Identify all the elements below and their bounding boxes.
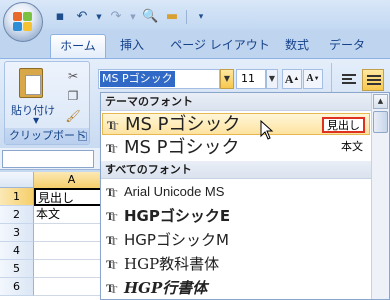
- font-name-value: MS Pゴシック: [100, 71, 175, 87]
- font-option-name: HGPゴシックM: [124, 231, 229, 249]
- font-option-name: HGP行書体: [124, 279, 208, 297]
- gallery-scrollbar[interactable]: ▲: [371, 93, 389, 299]
- print-preview-icon[interactable]: 🔍: [142, 9, 158, 25]
- row-header[interactable]: 2: [0, 206, 34, 224]
- tab-page-layout[interactable]: ページ レイアウト: [160, 34, 280, 58]
- mouse-cursor-icon: [260, 120, 274, 140]
- heading-tag: 見出し: [322, 117, 365, 133]
- font-option[interactable]: T Arial Unicode MS: [102, 181, 370, 203]
- save-icon[interactable]: ▪: [52, 9, 68, 25]
- tab-data[interactable]: データ: [324, 34, 370, 58]
- column-header-a[interactable]: A: [34, 172, 110, 188]
- font-option-name: HGP教科書体: [124, 255, 220, 273]
- font-option-name: HGPゴシックE: [124, 207, 231, 225]
- select-all-corner[interactable]: [0, 172, 34, 188]
- font-name-input[interactable]: MS Pゴシック: [98, 69, 220, 89]
- cell-a6[interactable]: [34, 278, 110, 296]
- truetype-icon: T: [106, 233, 120, 249]
- font-option[interactable]: T MS Pゴシック 見出し: [102, 113, 370, 135]
- align-top-button[interactable]: [338, 69, 360, 91]
- cell-a4[interactable]: [34, 242, 110, 260]
- row-header[interactable]: 4: [0, 242, 34, 260]
- copy-icon[interactable]: ❐: [65, 88, 81, 104]
- cell-a3[interactable]: [34, 224, 110, 242]
- truetype-icon: T: [106, 141, 120, 157]
- redo-dropdown-icon[interactable]: ▼: [130, 9, 136, 25]
- font-dropdown-button[interactable]: ▼: [220, 69, 234, 89]
- truetype-icon: T: [106, 209, 120, 225]
- clipboard-group: 貼り付け ▼ ✂ ❐ 🖌 クリップボード ↘: [4, 61, 90, 145]
- scroll-thumb[interactable]: [373, 111, 388, 133]
- undo-dropdown-icon[interactable]: ▼: [96, 9, 102, 25]
- qat-separator: [186, 10, 187, 24]
- name-box[interactable]: [2, 150, 94, 168]
- truetype-icon: T: [106, 185, 120, 201]
- cut-icon[interactable]: ✂: [65, 68, 81, 84]
- body-tag: 本文: [341, 140, 363, 153]
- cell-a2[interactable]: 本文: [34, 206, 110, 224]
- open-icon[interactable]: ▬: [164, 9, 180, 25]
- font-option[interactable]: T HGP行書体: [102, 277, 370, 299]
- cell-a5[interactable]: [34, 260, 110, 278]
- tab-home[interactable]: ホーム: [50, 34, 106, 58]
- all-fonts-header: すべてのフォント: [101, 161, 371, 179]
- redo-icon[interactable]: ↷: [108, 9, 124, 25]
- ribbon-tabs: ホーム 挿入 ページ レイアウト 数式 データ: [0, 30, 390, 58]
- cell-a1[interactable]: 見出し: [34, 188, 110, 206]
- font-option-name: MS Pゴシック: [124, 137, 240, 158]
- font-gallery-dropdown: テーマのフォント T MS Pゴシック 見出し T MS Pゴシック 本文 すべ…: [100, 92, 390, 300]
- align-top-icon: [342, 74, 356, 86]
- truetype-icon: T: [106, 281, 120, 297]
- undo-icon[interactable]: ↶: [74, 9, 90, 25]
- truetype-icon: T: [106, 257, 120, 273]
- align-middle-icon: [367, 75, 381, 87]
- title-bar: ▪ ↶ ▼ ↷ ▼ 🔍 ▬ ▾: [0, 0, 390, 30]
- font-option-name: Arial Unicode MS: [124, 184, 225, 199]
- clipboard-group-label: クリップボード: [5, 128, 89, 144]
- tab-formulas[interactable]: 数式: [280, 34, 314, 58]
- font-option[interactable]: T HGPゴシックE: [102, 205, 370, 227]
- grow-font-button[interactable]: A▲: [282, 69, 302, 89]
- shrink-font-button[interactable]: A▼: [303, 69, 323, 89]
- font-size-dropdown-button[interactable]: ▼: [266, 69, 278, 89]
- quick-access-toolbar: ▪ ↶ ▼ ↷ ▼ 🔍 ▬ ▾: [52, 8, 209, 26]
- row-header[interactable]: 5: [0, 260, 34, 278]
- row-header[interactable]: 3: [0, 224, 34, 242]
- tab-insert[interactable]: 挿入: [112, 34, 152, 58]
- theme-fonts-header: テーマのフォント: [101, 93, 371, 111]
- font-option-name: MS Pゴシック: [125, 114, 241, 135]
- paste-icon[interactable]: [19, 68, 43, 98]
- truetype-icon: T: [107, 118, 121, 134]
- paste-dropdown-icon[interactable]: ▼: [33, 116, 39, 125]
- font-option[interactable]: T HGP教科書体: [102, 253, 370, 275]
- office-logo-icon: [13, 12, 33, 32]
- font-option[interactable]: T MS Pゴシック 本文: [102, 137, 370, 159]
- font-option[interactable]: T HGPゴシックM: [102, 229, 370, 251]
- format-painter-icon[interactable]: 🖌: [65, 108, 81, 124]
- row-header[interactable]: 6: [0, 278, 34, 296]
- customize-icon[interactable]: ▾: [193, 9, 209, 25]
- font-size-input[interactable]: 11: [236, 69, 266, 89]
- scroll-up-icon[interactable]: ▲: [373, 94, 388, 109]
- office-button[interactable]: [3, 2, 43, 42]
- clipboard-launcher-icon[interactable]: ↘: [78, 132, 87, 141]
- row-header[interactable]: 1: [0, 188, 34, 206]
- align-middle-button[interactable]: [362, 69, 384, 91]
